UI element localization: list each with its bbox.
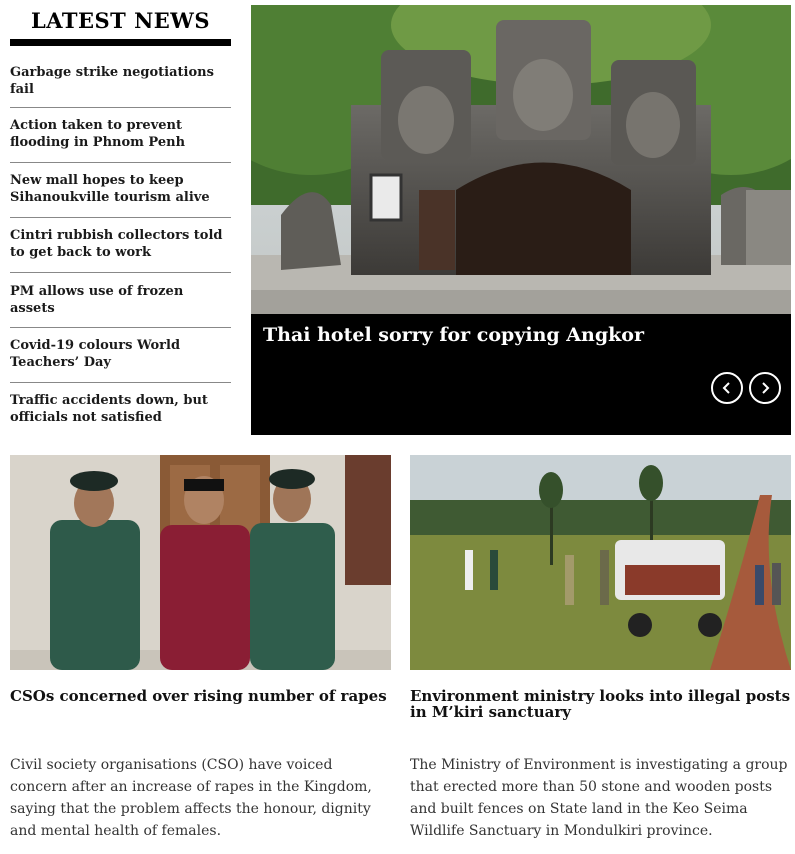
news-link-new-mall[interactable]: New mall hopes to keep Sihanoukville tou… (10, 163, 231, 218)
news-link-garbage-strike[interactable]: Garbage strike negotiations fail (10, 56, 231, 108)
story-image-sanctuary[interactable] (410, 455, 791, 670)
chevron-right-icon (762, 382, 770, 394)
latest-news-panel: LATEST NEWS Garbage strike negotiations … (10, 4, 231, 437)
heading-divider (10, 39, 231, 46)
story-card-environment: Environment ministry looks into illegal … (410, 455, 791, 842)
story-card-rapes: CSOs concerned over rising number of rap… (10, 455, 391, 842)
slide-image[interactable] (251, 5, 791, 314)
story-headline[interactable]: Environment ministry looks into illegal … (410, 688, 791, 728)
story-summary: The Ministry of Environment is investiga… (410, 757, 788, 839)
story-headline[interactable]: CSOs concerned over rising number of rap… (10, 688, 391, 728)
featured-slider: Thai hotel sorry for copying Angkor (251, 5, 791, 435)
news-link-covid-teachers[interactable]: Covid-19 colours World Teachers’ Day (10, 328, 231, 383)
news-link-traffic-accidents[interactable]: Traffic accidents down, but officials no… (10, 383, 231, 437)
story-image-arrest[interactable] (10, 455, 391, 670)
latest-news-list: Garbage strike negotiations fail Action … (10, 56, 231, 437)
slider-prev-button[interactable] (711, 372, 743, 404)
slider-next-button[interactable] (749, 372, 781, 404)
slide-caption[interactable]: Thai hotel sorry for copying Angkor (263, 323, 773, 347)
chevron-left-icon (722, 382, 730, 394)
story-summary: Civil society organisations (CSO) have v… (10, 757, 372, 839)
latest-news-heading: LATEST NEWS (30, 8, 211, 33)
news-link-cintri[interactable]: Cintri rubbish collectors told to get ba… (10, 218, 231, 273)
news-link-flooding[interactable]: Action taken to prevent flooding in Phno… (10, 108, 231, 163)
news-link-frozen-assets[interactable]: PM allows use of frozen assets (10, 273, 231, 328)
